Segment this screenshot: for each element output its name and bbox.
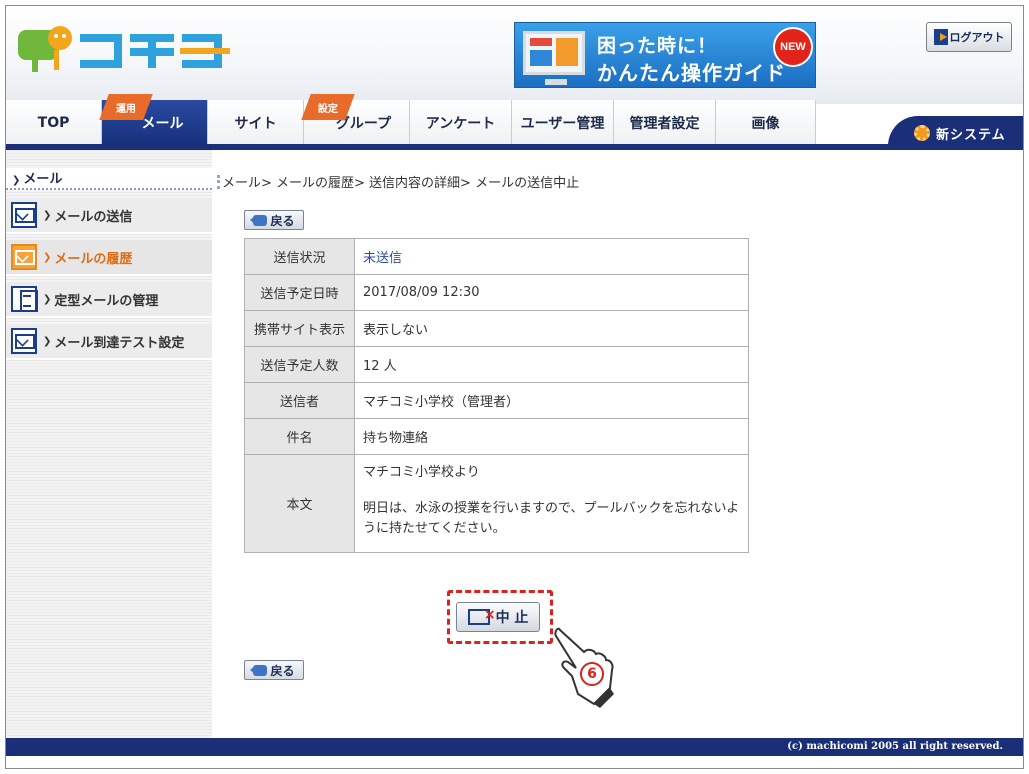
sidebar: ❯ メール ❯ メールの送信 ❯ メールの履歴 ❯ 定型メールの管理 ❯ メール到達テス… — [6, 150, 212, 742]
send-status-value: 未送信 — [354, 238, 749, 275]
table-row: 本文 マチコミ小学校より 明日は、水泳の授業を行いますので、プールバックを忘れな… — [244, 454, 749, 553]
mail-test-icon — [11, 328, 37, 354]
body-value: マチコミ小学校より 明日は、水泳の授業を行いますので、プールバックを忘れないよう… — [354, 454, 749, 553]
table-row: 送信予定人数 12 人 — [244, 346, 749, 383]
tab-top[interactable]: TOP — [6, 100, 102, 146]
footer-copyright: (c) machicomi 2005 all right reserved. — [6, 738, 1023, 756]
monitor-icon — [523, 31, 585, 75]
mail-history-icon — [11, 244, 37, 270]
table-row: 件名 持ち物連絡 — [244, 418, 749, 455]
tab-user-management[interactable]: ユーザー管理 — [512, 100, 614, 146]
mobile-display-value: 表示しない — [354, 310, 749, 347]
tab-group[interactable]: 設定 グループ — [301, 94, 410, 146]
step-number-badge: 6 — [580, 662, 604, 686]
recipient-count-value: 12 人 — [354, 346, 749, 383]
table-row: 携帯サイト表示 表示しない — [244, 310, 749, 347]
tab-images[interactable]: 画像 — [716, 100, 816, 146]
stop-send-button[interactable]: 中 止 — [456, 602, 540, 632]
gear-icon — [914, 125, 930, 141]
template-icon — [11, 286, 38, 312]
new-badge: NEW — [773, 27, 813, 67]
back-arrow-icon — [250, 214, 268, 226]
back-arrow-icon — [250, 664, 268, 676]
operation-guide-banner[interactable]: 困った時に！ かんたん操作ガイド NEW — [514, 22, 816, 88]
tab-admin-settings[interactable]: 管理者設定 — [614, 100, 716, 146]
table-row: 送信状況 未送信 — [244, 238, 749, 275]
logout-icon — [933, 29, 948, 45]
logout-button[interactable]: ログアウト — [926, 22, 1012, 52]
table-row: 送信者 マチコミ小学校（管理者） — [244, 382, 749, 419]
sidebar-item-template-mail[interactable]: ❯ 定型メールの管理 — [6, 282, 212, 318]
tab-site[interactable]: サイト — [208, 100, 304, 146]
sidebar-item-mail-history[interactable]: ❯ メールの履歴 — [6, 240, 212, 276]
machicomi-logo[interactable] — [14, 22, 239, 78]
header: 困った時に！ かんたん操作ガイド NEW ログアウト — [6, 6, 1023, 104]
scheduled-time-value: 2017/08/09 12:30 — [354, 274, 749, 311]
main-nav: TOP 運用 メール サイト 設定 グループ アンケート ユーザー管理 管理者設… — [6, 94, 1023, 146]
sidebar-item-mail-send[interactable]: ❯ メールの送信 — [6, 198, 212, 234]
mail-detail-table: 送信状況 未送信 送信予定日時 2017/08/09 12:30 携帯サイト表示… — [244, 238, 749, 553]
sidebar-heading: ❯ メール — [6, 168, 212, 190]
sender-value: マチコミ小学校（管理者） — [354, 382, 749, 419]
tab-mail[interactable]: 運用 メール — [99, 94, 208, 146]
subject-value: 持ち物連絡 — [354, 418, 749, 455]
back-button-top[interactable]: 戻る — [244, 210, 304, 230]
banner-line1: 困った時に！ — [597, 35, 718, 57]
banner-line2: かんたん操作ガイド — [597, 61, 786, 85]
sidebar-item-mail-test[interactable]: ❯ メール到達テスト設定 — [6, 324, 212, 360]
new-system-link[interactable]: 新システム — [888, 116, 1023, 150]
tab-survey[interactable]: アンケート — [410, 100, 512, 146]
back-button-bottom[interactable]: 戻る — [244, 660, 304, 680]
app-window: 困った時に！ かんたん操作ガイド NEW ログアウト TOP 運用 メール サイ… — [5, 5, 1024, 769]
breadcrumb: メール> メールの履歴> 送信内容の詳細> メールの送信中止 — [217, 172, 579, 191]
mail-stop-icon — [467, 607, 496, 625]
table-row: 送信予定日時 2017/08/09 12:30 — [244, 274, 749, 311]
mail-send-icon — [11, 202, 37, 228]
